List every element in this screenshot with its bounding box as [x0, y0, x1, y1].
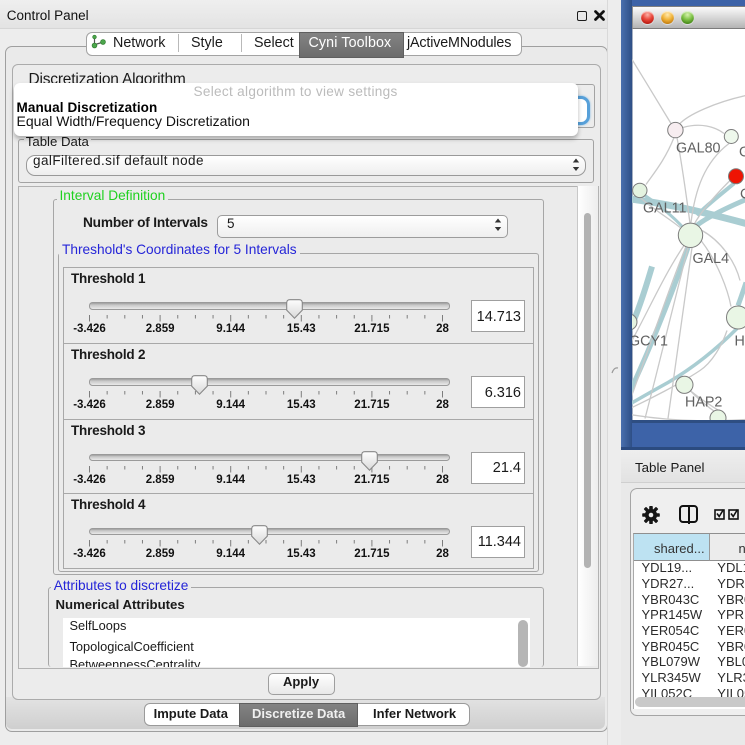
svg-text:GAL4: GAL4: [693, 251, 730, 267]
svg-text:GA: GA: [739, 144, 745, 160]
svg-text:GCY1: GCY1: [632, 333, 668, 349]
svg-text:GAL80: GAL80: [676, 140, 721, 156]
svg-text:HAP2: HAP2: [685, 394, 722, 410]
svg-text:C: C: [740, 186, 745, 202]
svg-text:H: H: [735, 333, 745, 349]
svg-text:GAL11: GAL11: [643, 200, 686, 216]
